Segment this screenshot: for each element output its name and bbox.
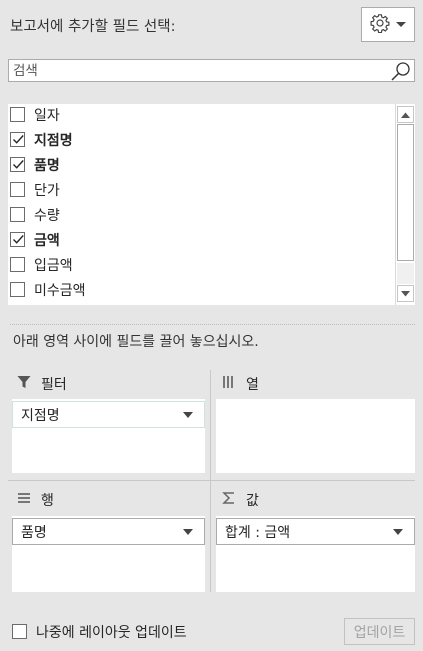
field-label: 일자 [34, 107, 60, 124]
chevron-down-icon[interactable] [393, 529, 403, 535]
chevron-down-icon [396, 22, 406, 27]
values-area-header: 값 [222, 490, 259, 510]
field-checkbox[interactable] [10, 232, 25, 247]
values-drop-area[interactable]: 합계 : 금액 [216, 516, 415, 592]
field-checkbox[interactable] [10, 257, 25, 272]
field-list-scrollbar[interactable] [395, 104, 415, 305]
rows-icon [17, 491, 31, 509]
scroll-up-button[interactable] [397, 106, 414, 123]
field-label: 품명 [34, 157, 60, 174]
gear-icon [370, 13, 390, 37]
area-vertical-divider [210, 370, 211, 592]
pill-label: 합계 : 금액 [225, 524, 291, 541]
values-area-label: 값 [246, 493, 259, 509]
scroll-thumb[interactable] [397, 124, 414, 261]
pill-label: 지점명 [21, 407, 60, 424]
field-list: 일자 지점명 품명 단가 수량 금액 입금액 미수금액 [8, 104, 415, 305]
field-checkbox[interactable] [10, 182, 25, 197]
field-checkbox[interactable] [10, 207, 25, 222]
defer-update-label: 나중에 레이아웃 업데이트 [36, 625, 187, 641]
field-label: 입금액 [34, 257, 73, 274]
filters-area-header: 필터 [17, 374, 67, 394]
chevron-down-icon[interactable] [183, 412, 193, 418]
field-checkbox[interactable] [10, 107, 25, 122]
checkmark-icon [13, 235, 24, 244]
arrow-up-icon [401, 112, 410, 118]
search-box [8, 59, 415, 82]
rows-drop-area[interactable]: 품명 [12, 516, 205, 592]
filter-icon [17, 375, 31, 393]
columns-area-header: 열 [222, 374, 259, 394]
field-item-수량[interactable]: 수량 [8, 202, 396, 227]
field-item-입금액[interactable]: 입금액 [8, 252, 396, 277]
defer-update-checkbox[interactable] [12, 624, 27, 639]
filters-drop-area[interactable]: 지점명 [12, 399, 205, 473]
scroll-track[interactable] [397, 263, 414, 284]
rows-area-label: 행 [41, 493, 54, 509]
sigma-icon [222, 491, 236, 509]
values-field-pill[interactable]: 합계 : 금액 [216, 518, 415, 545]
chevron-down-icon[interactable] [183, 529, 193, 535]
arrow-down-icon [401, 290, 410, 296]
search-input[interactable] [9, 60, 389, 81]
field-label: 금액 [34, 232, 60, 249]
field-checkbox[interactable] [10, 282, 25, 297]
rows-field-pill[interactable]: 품명 [12, 518, 205, 545]
pill-label: 품명 [21, 524, 47, 541]
field-item-지점명[interactable]: 지점명 [8, 127, 396, 152]
columns-drop-area[interactable] [216, 399, 415, 473]
tools-button[interactable] [361, 7, 415, 42]
columns-icon [222, 375, 236, 393]
filters-area-label: 필터 [41, 377, 67, 393]
checkmark-icon [13, 160, 24, 169]
field-item-미수금액[interactable]: 미수금액 [8, 277, 396, 302]
field-item-단가[interactable]: 단가 [8, 177, 396, 202]
panel-title: 보고서에 추가할 필드 선택: [10, 19, 176, 35]
rows-area-header: 행 [17, 490, 54, 510]
update-button[interactable]: 업데이트 [344, 618, 415, 645]
field-checkbox[interactable] [10, 132, 25, 147]
area-horizontal-divider [8, 480, 415, 481]
columns-area-label: 열 [246, 377, 259, 393]
drag-instruction: 아래 영역 사이에 필드를 끌어 놓으십시오. [13, 334, 259, 350]
field-label: 단가 [34, 182, 60, 199]
section-divider[interactable] [10, 324, 415, 325]
field-item-일자[interactable]: 일자 [8, 102, 396, 127]
field-checkbox[interactable] [10, 157, 25, 172]
field-label: 수량 [34, 207, 60, 224]
field-label: 지점명 [34, 132, 73, 149]
checkmark-icon [13, 135, 24, 144]
search-icon[interactable] [390, 61, 412, 86]
field-item-품명[interactable]: 품명 [8, 152, 396, 177]
field-label: 미수금액 [34, 282, 86, 299]
filters-field-pill[interactable]: 지점명 [12, 401, 205, 428]
scroll-down-button[interactable] [397, 285, 414, 302]
field-item-금액[interactable]: 금액 [8, 227, 396, 252]
